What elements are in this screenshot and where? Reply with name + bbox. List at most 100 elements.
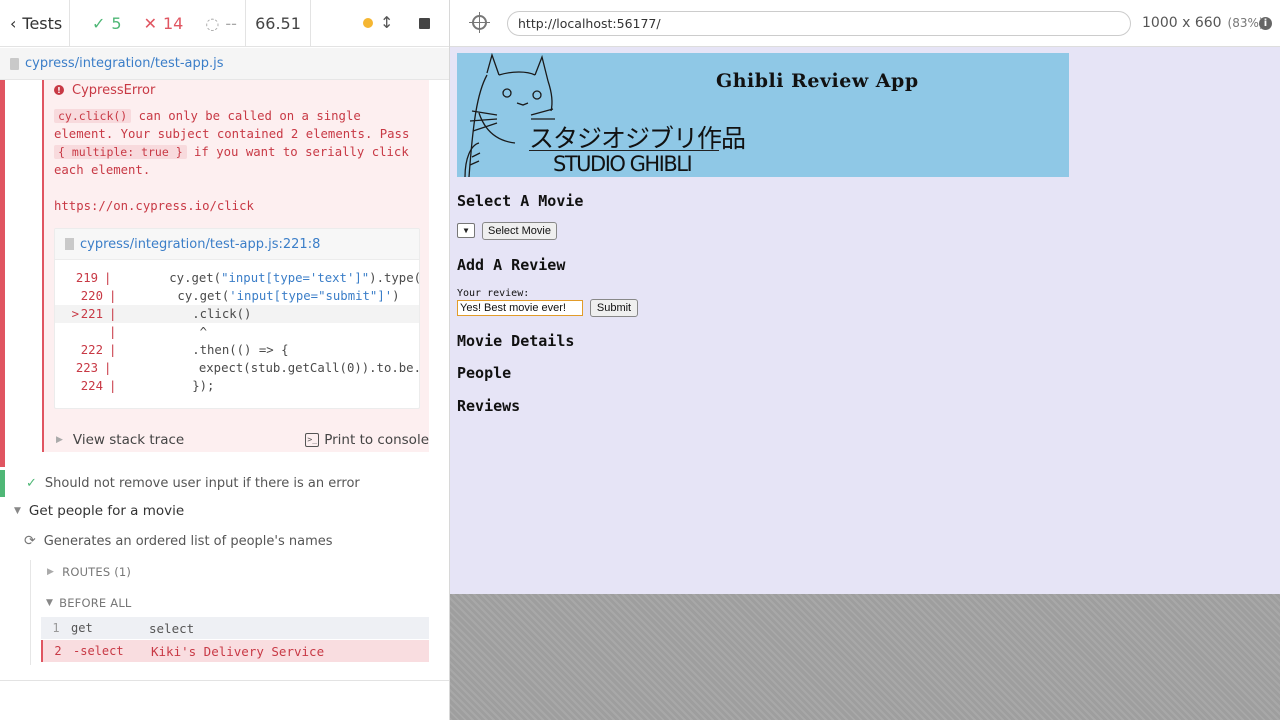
add-review-heading: Add A Review <box>457 256 566 274</box>
command-row[interactable]: 1 get select <box>41 617 429 639</box>
code-line-source: .then(() => { <box>133 343 288 357</box>
code-token: ).type( <box>369 271 420 285</box>
code-line-pipe: | <box>109 379 117 393</box>
test-item-running[interactable]: ⟳ Generates an ordered list of people's … <box>24 533 333 549</box>
app-title: Ghibli Review App <box>716 70 919 92</box>
code-line-pipe: | <box>109 289 117 303</box>
code-line-source: ^ <box>133 325 207 339</box>
command-message: select <box>149 620 195 636</box>
error-title: ! CypressError <box>54 80 155 100</box>
code-line-pipe: | <box>104 361 112 375</box>
auto-scroll-arrows-icon[interactable]: ↕ <box>380 13 393 32</box>
code-line-number: 220 <box>80 289 103 303</box>
error-code-click: cy.click() <box>54 109 132 123</box>
test-stats: ✓ 5 ✕ 14 ◌ -- <box>70 0 246 46</box>
print-to-console-label: Print to console <box>324 431 429 448</box>
cross-icon: ✕ <box>143 13 157 33</box>
code-line: | ^ <box>55 323 419 341</box>
error-name: CypressError <box>72 82 156 98</box>
terminal-icon: >_ <box>305 432 320 447</box>
selector-playground-crosshair-icon[interactable] <box>469 12 490 33</box>
spec-path-link[interactable]: cypress/integration/test-app.js <box>25 56 224 71</box>
pending-stat: ◌ -- <box>205 14 237 33</box>
error-footer: ▶ View stack trace >_ Print to console <box>44 427 429 452</box>
file-icon <box>65 238 74 250</box>
info-icon[interactable]: i <box>1259 17 1272 30</box>
passed-count: 5 <box>111 13 122 33</box>
studio-ghibli-logo: STUDIO GHIBLI <box>553 152 693 176</box>
passed-test-indicator <box>0 470 5 497</box>
check-icon: ✓ <box>92 13 106 33</box>
code-token: cy.get( <box>133 289 230 303</box>
tests-label: Tests <box>22 13 63 33</box>
code-lines: 219 | cy.get("input[type='text']").type( 2… <box>55 269 420 395</box>
failed-stat: ✕ 14 <box>144 14 184 33</box>
code-line: >221 | .click() <box>55 305 419 323</box>
refresh-icon: ⟳ <box>24 533 36 549</box>
code-line-number: 223 <box>75 361 99 375</box>
error-code-multiple: { multiple: true } <box>54 145 187 159</box>
code-line-source: }); <box>133 379 214 393</box>
code-string-token: "input[type='text']" <box>221 271 370 285</box>
code-token: ) <box>392 289 400 303</box>
url-bar: http://localhost:56177/ 1000 x 660 (83%)… <box>450 0 1280 47</box>
suite-item[interactable]: ▼ Get people for a movie <box>14 503 184 519</box>
review-input[interactable]: Yes! Best movie ever! <box>457 300 583 316</box>
failed-test-indicator <box>0 80 5 467</box>
code-line-pipe: | <box>109 343 117 357</box>
code-line-number: 221 <box>80 307 103 321</box>
code-line-number: 224 <box>80 379 103 393</box>
code-token: }); <box>133 379 215 393</box>
tests-back-button[interactable]: ‹ Tests <box>0 0 70 46</box>
hooks-guide-line <box>30 560 31 665</box>
caret-right-icon: ▶ <box>56 434 63 445</box>
duration: 66.51 <box>246 0 311 46</box>
routes-section[interactable]: ▶ ROUTES (1) <box>47 565 131 579</box>
error-message: cy.click() can only be called on a singl… <box>54 107 426 179</box>
code-line: 223 | expect(stub.getCall(0)).to.be. <box>55 359 420 377</box>
command-name: -select <box>73 644 124 658</box>
chevron-down-icon: ▼ <box>463 226 469 235</box>
suite-title: Get people for a movie <box>28 503 185 519</box>
runner-controls: ↕ <box>311 0 449 46</box>
code-line: 219 | cy.get("input[type='text']").type( <box>55 269 420 287</box>
code-frame-path[interactable]: cypress/integration/test-app.js:221:8 <box>80 237 320 252</box>
test-item-passed[interactable]: ✓ Should not remove user input if there … <box>26 476 360 491</box>
command-number: 2 <box>54 644 62 658</box>
code-line-pipe: | <box>104 271 112 285</box>
pending-count: -- <box>225 13 237 33</box>
logo-underline <box>529 150 719 151</box>
viewport-size: 1000 x 660 <box>1142 15 1222 31</box>
code-line-pipe: | <box>109 307 117 321</box>
code-frame-file[interactable]: cypress/integration/test-app.js:221:8 <box>55 229 419 260</box>
reviews-heading: Reviews <box>457 397 521 415</box>
caret-right-icon: ▶ <box>47 567 55 577</box>
code-line-source: cy.get('input[type="submit"]') <box>133 289 400 303</box>
auto-scroll-indicator-icon[interactable] <box>363 18 373 28</box>
code-line: 224 | }); <box>55 377 419 395</box>
cypress-runner: ‹ Tests ✓ 5 ✕ 14 ◌ -- 66.51 ↕ cypress/in… <box>0 0 1280 720</box>
test-title: Should not remove user input if there is… <box>44 476 360 491</box>
stop-button[interactable] <box>419 18 430 29</box>
print-to-console-button[interactable]: >_ Print to console <box>305 427 429 452</box>
viewport-info: 1000 x 660 (83%) <box>1142 15 1264 31</box>
code-token: .then(() => { <box>133 343 289 357</box>
code-line-marker: > <box>71 307 79 321</box>
view-stack-trace-toggle[interactable]: View stack trace <box>73 432 184 448</box>
review-label: Your review: <box>457 288 530 299</box>
code-token: ^ <box>133 325 208 339</box>
code-token: .click() <box>133 307 252 321</box>
command-row-failed[interactable]: 2 -select Kiki's Delivery Service <box>41 640 429 662</box>
code-token: expect(stub.getCall(0)).to.be. <box>124 361 420 375</box>
url-display[interactable]: http://localhost:56177/ <box>507 11 1131 36</box>
spec-bar: cypress/integration/test-app.js <box>0 48 449 80</box>
select-movie-button[interactable]: Select Movie <box>482 222 557 240</box>
submit-button[interactable]: Submit <box>590 299 638 317</box>
error-docs-link[interactable]: https://on.cypress.io/click <box>54 199 254 213</box>
before-all-hook[interactable]: ▼ BEFORE ALL <box>46 596 132 610</box>
movie-select-dropdown[interactable]: ▼ <box>457 223 475 238</box>
code-token: cy.get( <box>124 271 222 285</box>
code-line-pipe: | <box>109 325 117 339</box>
test-title: Generates an ordered list of people's na… <box>43 533 333 549</box>
code-line: 222 | .then(() => { <box>55 341 419 359</box>
